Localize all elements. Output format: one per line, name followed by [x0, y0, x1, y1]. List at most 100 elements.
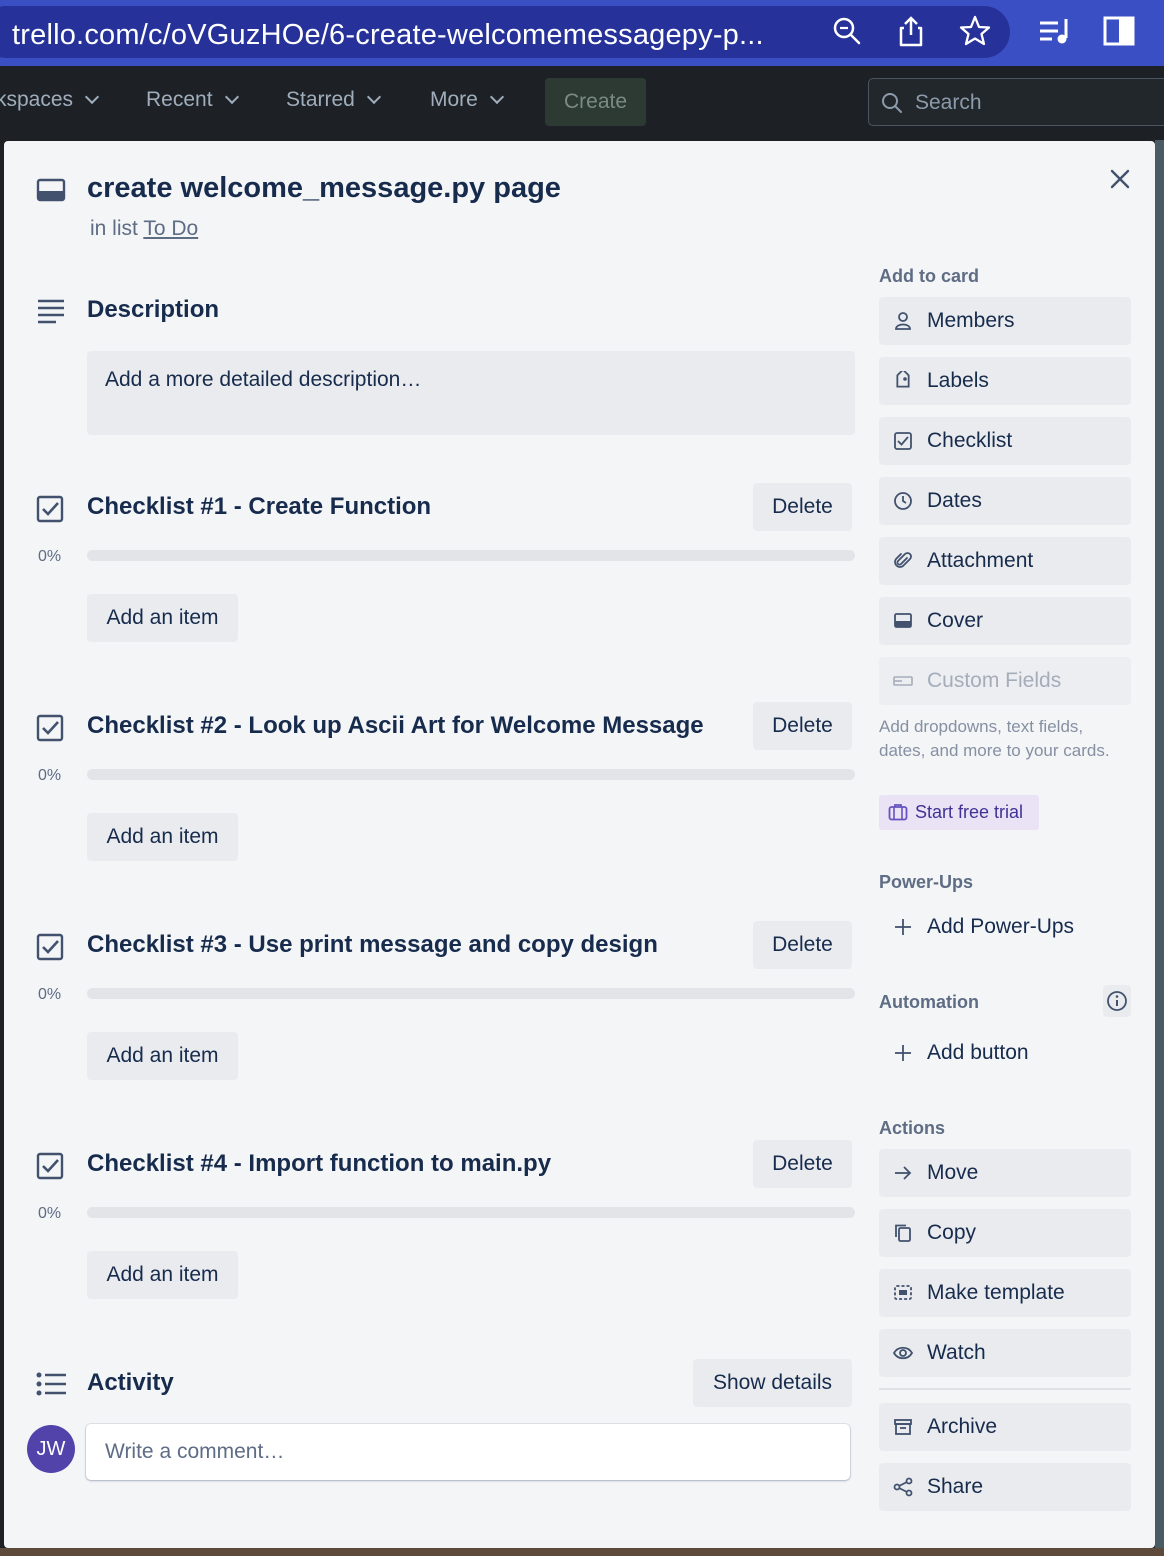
- delete-checklist-button[interactable]: Delete: [753, 702, 852, 750]
- start-free-trial-button[interactable]: Start free trial: [879, 795, 1039, 830]
- board-background-bottom: [0, 1548, 1164, 1556]
- archive-icon: [894, 1419, 912, 1435]
- share-icon: [893, 1477, 913, 1497]
- copy-label: Copy: [927, 1221, 977, 1244]
- checklist-title[interactable]: Checklist #1 - Create Function: [87, 493, 431, 521]
- watch-button[interactable]: Watch: [879, 1329, 1131, 1377]
- show-details-button[interactable]: Show details: [693, 1359, 852, 1407]
- delete-checklist-button[interactable]: Delete: [753, 1140, 852, 1188]
- move-button[interactable]: Move: [879, 1149, 1131, 1197]
- bookmark-star-icon[interactable]: [958, 14, 992, 48]
- checkbox-icon: [894, 432, 912, 450]
- start-free-trial-label: Start free trial: [915, 802, 1024, 822]
- person-icon: [895, 312, 911, 330]
- nav-workspaces[interactable]: kspaces: [0, 88, 100, 112]
- create-button[interactable]: Create: [545, 78, 646, 126]
- make-template-label: Make template: [927, 1281, 1065, 1304]
- add-powerups-button[interactable]: Add Power-Ups: [879, 903, 1131, 951]
- chevron-down-icon: [84, 89, 100, 105]
- app-header: kspaces Recent Starred More Create Searc…: [0, 66, 1164, 140]
- add-item-button[interactable]: Add an item: [87, 813, 238, 861]
- powerups-label: Power-Ups: [879, 872, 974, 892]
- description-title: Description: [87, 296, 220, 323]
- nav-more-label: More: [430, 88, 478, 111]
- clock-icon: [894, 492, 912, 510]
- template-icon: [894, 1285, 912, 1300]
- reading-list-icon[interactable]: [1038, 14, 1072, 48]
- copy-icon: [895, 1224, 911, 1242]
- eye-icon: [893, 1346, 913, 1360]
- checklist-icon: [36, 1152, 64, 1185]
- labels-button[interactable]: Labels: [879, 357, 1131, 405]
- checklist-icon: [36, 495, 64, 528]
- nav-starred[interactable]: Starred: [286, 88, 381, 112]
- search-input[interactable]: Search: [868, 78, 1164, 126]
- list-name-link[interactable]: To Do: [143, 217, 198, 240]
- dates-button[interactable]: Dates: [879, 477, 1131, 525]
- close-icon[interactable]: [1104, 163, 1136, 195]
- checklist-title[interactable]: Checklist #4 - Import function to main.p…: [87, 1150, 551, 1178]
- plus-icon: [895, 1045, 911, 1061]
- tag-icon: [896, 371, 910, 388]
- description-editor[interactable]: Add a more detailed description…: [87, 351, 855, 435]
- cover-button[interactable]: Cover: [879, 597, 1131, 645]
- in-list-prefix: in list: [90, 217, 138, 240]
- checklist-title[interactable]: Checklist #3 - Use print message and cop…: [87, 931, 658, 959]
- delete-checklist-button[interactable]: Delete: [753, 483, 852, 531]
- briefcase-icon: [888, 804, 908, 821]
- nav-more[interactable]: More: [430, 88, 504, 112]
- add-to-card-label: Add to card: [879, 266, 980, 286]
- share-button[interactable]: Share: [879, 1463, 1131, 1511]
- info-icon[interactable]: [1103, 985, 1131, 1017]
- description-icon: [36, 298, 66, 329]
- plus-icon: [895, 919, 911, 935]
- nav-recent[interactable]: Recent: [146, 88, 239, 112]
- checklist-title[interactable]: Checklist #2 - Look up Ascii Art for Wel…: [87, 712, 704, 740]
- card-detail-modal: create welcome_message.py page in list T…: [4, 141, 1155, 1548]
- url-text[interactable]: trello.com/c/oVGuzHOe/6-create-welcomeme…: [12, 19, 764, 52]
- custom-fields-icon: [893, 676, 913, 686]
- members-label: Members: [927, 309, 1015, 332]
- add-item-button[interactable]: Add an item: [87, 1032, 238, 1080]
- add-item-button[interactable]: Add an item: [87, 1251, 238, 1299]
- watch-label: Watch: [927, 1341, 986, 1364]
- browser-toolbar: trello.com/c/oVGuzHOe/6-create-welcomeme…: [0, 0, 1164, 66]
- share-label: Share: [927, 1475, 984, 1498]
- dates-label: Dates: [927, 489, 982, 512]
- arrow-right-icon: [895, 1166, 912, 1180]
- custom-fields-button[interactable]: Custom Fields: [879, 657, 1131, 705]
- add-item-button[interactable]: Add an item: [87, 594, 238, 642]
- members-button[interactable]: Members: [879, 297, 1131, 345]
- archive-label: Archive: [927, 1415, 998, 1438]
- sidebar-divider: [879, 1388, 1131, 1390]
- sidebar-toggle-icon[interactable]: [1102, 14, 1136, 48]
- chevron-down-icon: [489, 89, 504, 105]
- add-button-label: Add button: [927, 1041, 1029, 1064]
- add-automation-button[interactable]: Add button: [879, 1029, 1131, 1077]
- avatar[interactable]: JW: [27, 1425, 75, 1473]
- make-template-button[interactable]: Make template: [879, 1269, 1131, 1317]
- attachment-label: Attachment: [927, 549, 1034, 572]
- checklist-percent: 0%: [38, 767, 62, 784]
- add-powerups-label: Add Power-Ups: [927, 915, 1075, 938]
- search-icon: [882, 93, 902, 113]
- comment-input[interactable]: Write a comment…: [86, 1424, 850, 1480]
- checklist-percent: 0%: [38, 986, 62, 1003]
- paperclip-icon: [894, 552, 912, 568]
- delete-checklist-button[interactable]: Delete: [753, 921, 852, 969]
- search-placeholder: Search: [915, 91, 982, 114]
- checklist-button[interactable]: Checklist: [879, 417, 1131, 465]
- comment-placeholder: Write a comment…: [105, 1440, 285, 1463]
- archive-button[interactable]: Archive: [879, 1403, 1131, 1451]
- share-page-icon[interactable]: [894, 14, 928, 48]
- checklist-icon: [36, 714, 64, 747]
- copy-button[interactable]: Copy: [879, 1209, 1131, 1257]
- zoom-icon[interactable]: [830, 14, 864, 48]
- attachment-button[interactable]: Attachment: [879, 537, 1131, 585]
- board-background: [1155, 140, 1164, 1556]
- chevron-down-icon: [366, 89, 381, 105]
- activity-title: Activity: [87, 1369, 174, 1396]
- nav-workspaces-label: kspaces: [0, 88, 74, 111]
- checklist-progress-bar: [87, 988, 855, 999]
- card-title[interactable]: create welcome_message.py page: [87, 172, 561, 205]
